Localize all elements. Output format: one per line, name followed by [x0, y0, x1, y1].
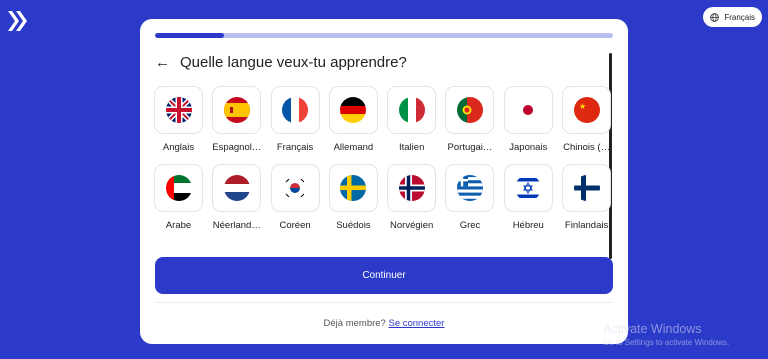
flag-box: [445, 86, 495, 134]
israel-flag-icon: [515, 175, 542, 201]
interface-language-button[interactable]: Français: [703, 7, 762, 27]
language-option-japonais[interactable]: Japonais: [503, 86, 553, 153]
activation-watermark: Activate Windows Go to Settings to activ…: [603, 322, 729, 347]
language-option-italien[interactable]: Italien: [387, 86, 437, 153]
language-label: Chinois (…: [563, 142, 611, 153]
finland-flag-icon: [573, 175, 600, 201]
progress-fill: [155, 33, 224, 38]
uae-flag-icon: [165, 175, 192, 201]
language-option-espagnol[interactable]: Espagnol…: [212, 86, 261, 153]
language-option-allemand[interactable]: Allemand: [328, 86, 378, 153]
language-option-grec[interactable]: Grec: [445, 164, 495, 231]
language-option-hebreu[interactable]: Hébreu: [503, 164, 553, 231]
language-option-portugais[interactable]: Portugai…: [445, 86, 495, 153]
flag-box: [270, 86, 320, 134]
language-option-suedois[interactable]: Suédois: [328, 164, 378, 231]
language-label: Norvégien: [390, 220, 434, 231]
language-label: Espagnol…: [212, 142, 262, 153]
language-label: Anglais: [162, 142, 195, 153]
language-option-finlandais[interactable]: Finlandais: [562, 164, 612, 231]
flag-box: [503, 86, 553, 134]
language-label: Français: [276, 142, 314, 153]
flag-box: [212, 86, 262, 134]
language-option-anglais[interactable]: Anglais: [154, 86, 203, 153]
language-label: Coréen: [279, 220, 311, 231]
flag-box: ★: [562, 86, 612, 134]
divider: [155, 302, 613, 303]
already-member-text: Déjà membre?: [323, 318, 386, 329]
page-title: Quelle langue veux-tu apprendre?: [180, 54, 407, 71]
card-header: ← Quelle langue veux-tu apprendre?: [155, 54, 407, 71]
norway-flag-icon: [398, 175, 425, 201]
interface-language-label: Français: [724, 12, 755, 22]
flag-box: [387, 164, 437, 212]
flag-box: [387, 86, 437, 134]
flag-box: [562, 164, 612, 212]
continue-button[interactable]: Continuer: [155, 257, 613, 294]
svg-text:★: ★: [579, 102, 586, 111]
language-label: Hébreu: [512, 220, 544, 231]
spain-flag-icon: [223, 97, 250, 123]
language-option-coreen[interactable]: Coréen: [270, 164, 320, 231]
watermark-title: Activate Windows: [603, 322, 702, 336]
language-label: Grec: [459, 220, 481, 231]
greece-flag-icon: [456, 175, 483, 201]
language-selection-card: ← Quelle langue veux-tu apprendre? Angla…: [140, 19, 628, 344]
globe-icon: [710, 12, 720, 22]
language-grid: Anglais Espagnol… Français Allemand Ital…: [154, 86, 612, 231]
language-label: Allemand: [333, 142, 374, 153]
language-option-norvegien[interactable]: Norvégien: [387, 164, 437, 231]
japan-flag-icon: [515, 97, 542, 123]
flag-box: [445, 164, 495, 212]
language-option-francais[interactable]: Français: [270, 86, 320, 153]
flag-box: [270, 164, 320, 212]
china-flag-icon: ★: [573, 97, 600, 123]
language-option-chinois[interactable]: ★ Chinois (…: [562, 86, 612, 153]
watermark-subtitle: Go to Settings to activate Windows.: [603, 338, 730, 347]
login-prompt: Déjà membre? Se connecter: [140, 318, 628, 329]
language-label: Japonais: [509, 142, 548, 153]
flag-box: [154, 86, 203, 134]
germany-flag-icon: [340, 97, 367, 123]
flag-box: [328, 86, 378, 134]
language-label: Finlandais: [564, 220, 609, 231]
flag-box: [503, 164, 553, 212]
uk-flag-icon: [165, 97, 192, 123]
flag-box: [328, 164, 378, 212]
language-label: Néerland…: [212, 220, 261, 231]
language-option-arabe[interactable]: Arabe: [154, 164, 203, 231]
sweden-flag-icon: [340, 175, 367, 201]
language-option-neerlandais[interactable]: Néerland…: [212, 164, 262, 231]
italy-flag-icon: [398, 97, 425, 123]
language-label: Italien: [399, 142, 425, 153]
france-flag-icon: [282, 97, 309, 123]
language-label: Suédois: [336, 220, 371, 231]
progress-bar: [155, 33, 613, 38]
language-label: Arabe: [165, 220, 192, 231]
netherlands-flag-icon: [223, 175, 250, 201]
language-label: Portugai…: [447, 142, 493, 153]
login-link[interactable]: Se connecter: [388, 318, 444, 329]
arrow-logo-icon[interactable]: [8, 9, 30, 33]
flag-box: [154, 164, 203, 212]
flag-box: [212, 164, 262, 212]
portugal-flag-icon: [456, 97, 483, 123]
korea-flag-icon: [282, 175, 309, 201]
arrow-left-icon[interactable]: ←: [155, 55, 170, 70]
